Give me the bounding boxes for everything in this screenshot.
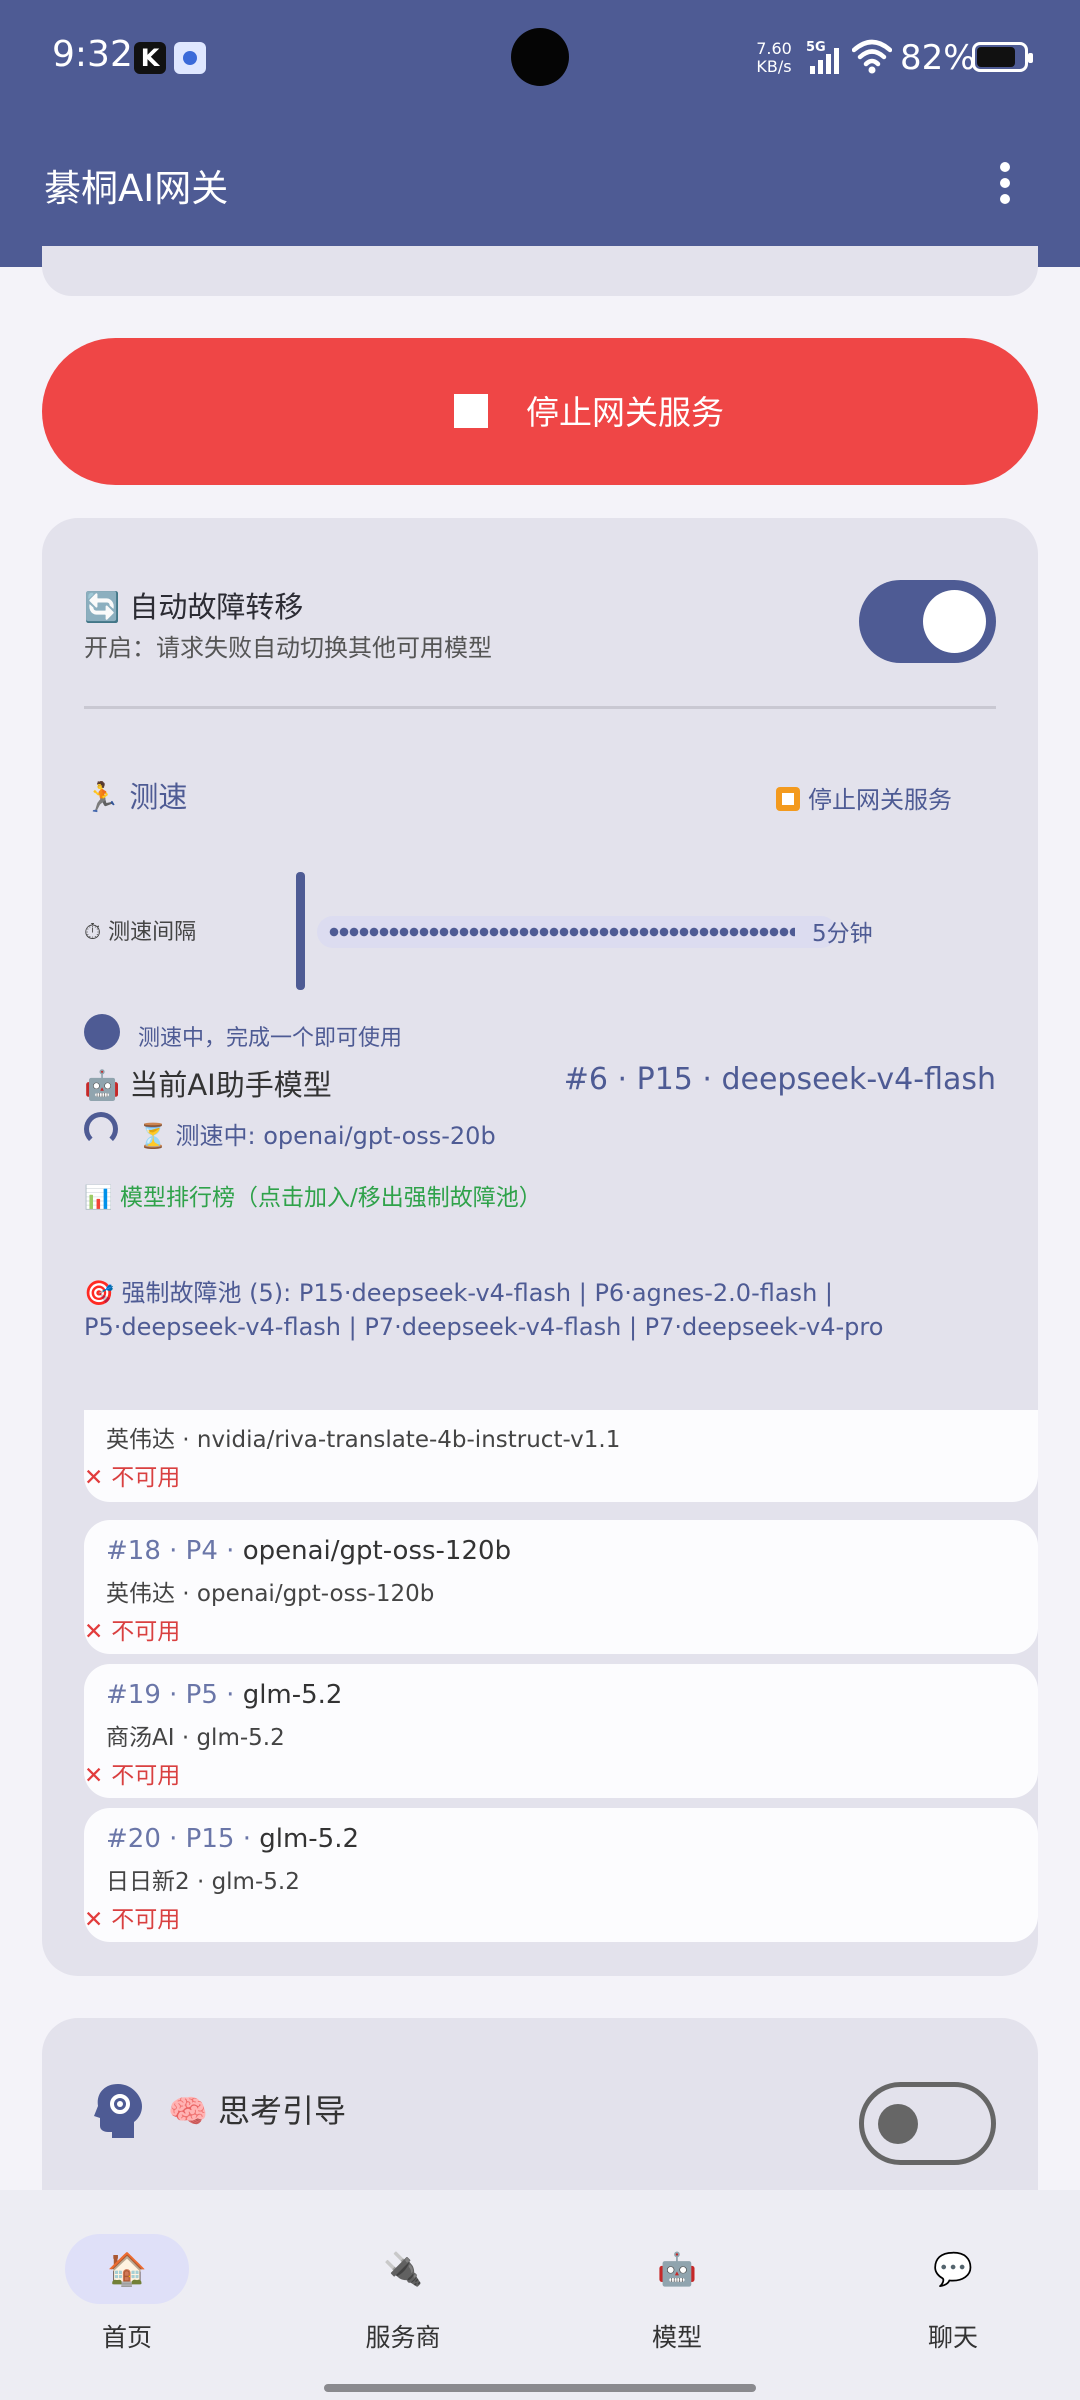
cross-icon: ✕: [84, 1763, 104, 1789]
nav-chat-label: 聊天: [927, 2323, 978, 2352]
assistant-model-label: 🤖 当前AI助手模型: [84, 1068, 332, 1102]
list-item[interactable]: #19 · P5 · glm-5.2 商汤AI · glm-5.2 ✕ 不可用: [84, 1664, 1038, 1798]
list-item-provider: 英伟达 · openai/gpt-oss-120b: [106, 1581, 435, 1607]
app-title: 綦桐AI网关: [44, 167, 229, 210]
nav-providers-label: 服务商: [365, 2323, 441, 2352]
force-failover-pool: 🎯 强制故障池 (5): P15·deepseek-v4-flash | P6·…: [84, 1279, 884, 1341]
speed-test-title-text: 测速: [129, 780, 188, 814]
stop-gateway-button[interactable]: 停止网关服务: [42, 338, 1038, 485]
home-icon: 🏠: [65, 2234, 189, 2304]
bottom-navigation: 🏠 首页 🔌 服务商 🤖 模型 💬 聊天: [0, 2190, 1080, 2400]
progress-dot-icon: [84, 1014, 120, 1050]
list-item-provider: 日日新2 · glm-5.2: [106, 1869, 300, 1895]
refresh-icon: 🔄: [84, 590, 121, 624]
failover-title-text: 自动故障转移: [129, 590, 304, 624]
list-item[interactable]: #20 · P15 · glm-5.2 日日新2 · glm-5.2 ✕ 不可用: [84, 1808, 1038, 1942]
status-bar: 9:32 K 7.60 KB/s 5G 82%: [0, 0, 1080, 118]
list-item[interactable]: #18 · P4 · openai/gpt-oss-120b 英伟达 · ope…: [84, 1520, 1038, 1654]
battery-percent: 82%: [900, 38, 976, 78]
interval-slider-handle[interactable]: [296, 872, 305, 990]
list-item-rank: #19 · P5 ·: [106, 1680, 243, 1710]
loading-spinner-icon: [84, 1112, 118, 1146]
toggle-knob: [923, 590, 986, 653]
nav-models-label: 模型: [651, 2323, 702, 2352]
chat-icon: 💬: [933, 2250, 973, 2288]
wifi-icon: [852, 39, 892, 74]
interval-label: ⏱ 测速间隔: [84, 920, 197, 945]
failover-title: 🔄 自动故障转移: [84, 584, 303, 626]
stop-square-icon: [776, 787, 800, 811]
testing-note: 测速中，完成一个即可使用: [138, 1026, 403, 1051]
cross-icon: ✕: [84, 1465, 104, 1491]
current-testing-model: ⏳ 测速中: openai/gpt-oss-20b: [138, 1122, 496, 1150]
list-item-rank: #20 · P15 ·: [106, 1824, 260, 1854]
plug-icon: 🔌: [383, 2250, 423, 2288]
list-item-rank: #18 · P4 ·: [106, 1536, 243, 1566]
net-speed-unit: KB/s: [756, 57, 792, 76]
thinking-toggle[interactable]: [859, 2082, 996, 2165]
app-header: 9:32 K 7.60 KB/s 5G 82% 綦桐AI网关: [0, 0, 1080, 267]
toggle-knob: [878, 2104, 918, 2144]
list-item-title: #20 · P15 · glm-5.2: [106, 1824, 359, 1854]
network-type: 5G: [806, 40, 826, 55]
cross-icon: ✕: [84, 1619, 104, 1645]
robot-icon: 🤖: [657, 2250, 697, 2288]
list-item-model: glm-5.2: [259, 1824, 360, 1854]
net-speed-value: 7.60: [756, 39, 792, 58]
interval-value: 5分钟: [812, 921, 873, 947]
status-text: 不可用: [111, 1907, 181, 1933]
more-vert-icon[interactable]: [990, 158, 1020, 208]
speed-test-title: 🏃 测速: [84, 774, 187, 816]
brain-icon: 🧠: [168, 2092, 208, 2130]
nav-providers[interactable]: 🔌 服务商: [338, 2234, 468, 2354]
list-item[interactable]: 英伟达 · nvidia/riva-translate-4b-instruct-…: [84, 1410, 1038, 1502]
nav-chat[interactable]: 💬 聊天: [888, 2234, 1018, 2354]
nav-home-label: 首页: [101, 2323, 152, 2352]
failover-card: 🔄 自动故障转移 开启：请求失败自动切换其他可用模型 🏃 测速 停止网关服务 ⏱…: [42, 518, 1038, 1976]
interval-slider[interactable]: [317, 916, 837, 948]
list-item-provider: 商汤AI · glm-5.2: [106, 1725, 285, 1751]
thinking-title: 🧠 思考引导: [168, 2086, 346, 2132]
cross-icon: ✕: [84, 1907, 104, 1933]
thinking-title-text: 思考引导: [218, 2092, 347, 2130]
slider-tick-dots: [329, 927, 795, 937]
signal-icon: 5G: [806, 40, 842, 74]
nav-home[interactable]: 🏠 首页: [62, 2234, 192, 2354]
k-app-icon: K: [134, 42, 166, 74]
list-item-title: #19 · P5 · glm-5.2: [106, 1680, 342, 1710]
head-gear-icon: [94, 2084, 142, 2138]
stop-speed-test-label: 停止网关服务: [808, 786, 952, 814]
status-text: 不可用: [111, 1763, 181, 1789]
stop-icon: [454, 394, 488, 428]
divider: [84, 706, 996, 709]
battery-icon: [972, 42, 1033, 72]
assistant-model-value[interactable]: #6 · P15 · deepseek-v4-flash: [564, 1062, 996, 1097]
front-camera-cutout: [511, 28, 569, 86]
status-time: 9:32: [52, 34, 133, 75]
status-badge: ✕ 不可用: [84, 1900, 1080, 2018]
list-item-provider: 英伟达 · nvidia/riva-translate-4b-instruct-…: [106, 1427, 621, 1453]
list-item-title: #18 · P4 · openai/gpt-oss-120b: [106, 1536, 511, 1566]
status-text: 不可用: [111, 1465, 181, 1491]
list-item-model: openai/gpt-oss-120b: [242, 1536, 512, 1566]
failover-toggle[interactable]: [859, 580, 996, 663]
runner-icon: 🏃: [84, 780, 121, 814]
failover-description: 开启：请求失败自动切换其他可用模型: [84, 634, 492, 662]
stop-speed-test-link[interactable]: 停止网关服务: [776, 780, 952, 815]
nav-models[interactable]: 🤖 模型: [612, 2234, 742, 2354]
previous-card-bottom: [42, 246, 1038, 296]
camera-app-icon: [174, 42, 206, 74]
home-indicator[interactable]: [324, 2384, 756, 2392]
status-text: 不可用: [111, 1619, 181, 1645]
stop-gateway-label: 停止网关服务: [526, 393, 724, 432]
list-item-model: glm-5.2: [242, 1680, 343, 1710]
net-speed: 7.60 KB/s: [752, 40, 796, 76]
ranking-link[interactable]: 📊 模型排行榜（点击加入/移出强制故障池）: [84, 1178, 542, 1212]
